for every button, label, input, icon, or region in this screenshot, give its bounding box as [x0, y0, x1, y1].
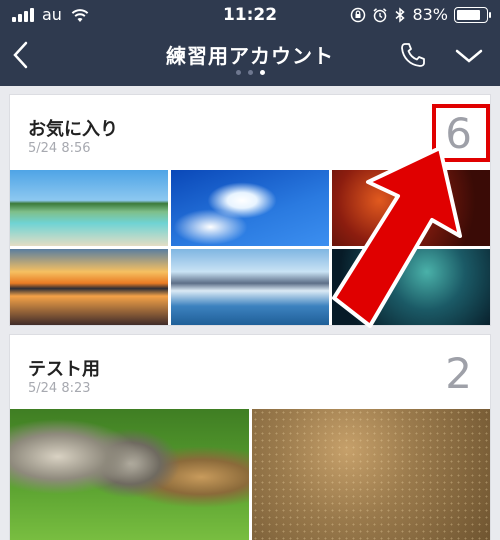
album-title: テスト用: [28, 359, 100, 380]
album-title: お気に入り: [28, 119, 118, 140]
battery-icon: [454, 6, 491, 23]
page-dot: [247, 70, 253, 75]
page-dot: [235, 70, 241, 75]
rotation-lock-icon: [351, 7, 366, 22]
chevron-down-icon[interactable]: [454, 44, 484, 68]
bluetooth-icon: [395, 6, 406, 23]
album-date: 5/24 8:56: [28, 141, 91, 156]
thumbnail-kittens[interactable]: [10, 409, 249, 540]
thumbnail-gold-texture[interactable]: [252, 409, 490, 540]
thumbnail-mountain-lake[interactable]: [171, 249, 329, 325]
album-thumbnail-grid: [10, 409, 490, 540]
status-right: 83%: [350, 5, 491, 24]
thumbnail-blue-sky-clouds[interactable]: [171, 170, 329, 246]
thumbnail-sunset-reflection[interactable]: [10, 249, 168, 325]
red-arrow-annotation: [332, 148, 462, 328]
page-dot: [259, 70, 265, 75]
album-date: 5/24 8:23: [28, 381, 91, 396]
phone-icon[interactable]: [398, 40, 428, 70]
page-indicator: [0, 70, 500, 75]
app-header: au 11:22 83% 練習用アカウント: [0, 0, 500, 86]
alarm-icon: [373, 7, 387, 22]
album-card-test[interactable]: テスト用 5/24 8:23 2: [9, 334, 491, 540]
battery-fill: [457, 9, 481, 20]
battery-percent: 83%: [412, 5, 448, 24]
thumbnail-beach[interactable]: [10, 170, 168, 246]
album-photo-count: 2: [445, 349, 472, 398]
status-bar: au 11:22 83%: [0, 0, 500, 30]
